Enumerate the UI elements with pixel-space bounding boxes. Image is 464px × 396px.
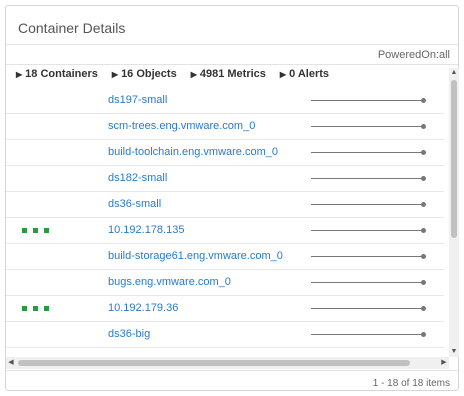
list-item[interactable]: ds36-big: [6, 322, 444, 348]
container-details-panel: Container Details PoweredOn:all ▶ 18 Con…: [5, 5, 459, 391]
sparkline: [311, 306, 426, 311]
sparkline: [311, 228, 426, 233]
summary-bar: ▶ 18 Containers ▶ 16 Objects ▶ 4981 Metr…: [16, 68, 329, 80]
status-dot: [44, 228, 49, 233]
container-name-link[interactable]: ds36-small: [108, 198, 161, 210]
list-item[interactable]: ds36-small: [6, 192, 444, 218]
sparkline-point: [421, 306, 426, 311]
sparkline-point: [421, 332, 426, 337]
sparkline-point: [421, 150, 426, 155]
caret-right-icon: ▶: [190, 69, 197, 79]
horizontal-scrollbar[interactable]: ◀ ▶: [6, 357, 449, 369]
status-dots-icon: [22, 228, 49, 233]
list-item[interactable]: ds182-small: [6, 166, 444, 192]
scroll-thumb[interactable]: [18, 360, 410, 366]
list-item[interactable]: bugs.eng.vmware.com_0: [6, 270, 444, 296]
vertical-scrollbar[interactable]: ▲ ▼: [449, 68, 459, 357]
sparkline-point: [421, 176, 426, 181]
alerts-toggle[interactable]: ▶ 0 Alerts: [280, 68, 329, 80]
sparkline-point: [421, 228, 426, 233]
list-item[interactable]: 10.192.178.135: [6, 218, 444, 244]
sparkline: [311, 176, 426, 181]
scroll-thumb[interactable]: [451, 80, 457, 238]
container-name-link[interactable]: ds197-small: [108, 94, 167, 106]
panel-title: Container Details: [18, 20, 126, 36]
containers-count: 18 Containers: [25, 68, 98, 80]
caret-right-icon: ▶: [16, 69, 23, 79]
sparkline-point: [421, 254, 426, 259]
container-name-link[interactable]: ds182-small: [108, 172, 167, 184]
sparkline: [311, 254, 426, 259]
status-dot: [44, 306, 49, 311]
caret-right-icon: ▶: [279, 69, 287, 79]
container-name-link[interactable]: 10.192.179.36: [108, 302, 178, 314]
sparkline-point: [421, 98, 426, 103]
container-name-link[interactable]: scm-trees.eng.vmware.com_0: [108, 120, 255, 132]
container-name-link[interactable]: build-toolchain.eng.vmware.com_0: [108, 146, 278, 158]
sparkline-point: [421, 202, 426, 207]
scroll-up-icon[interactable]: ▲: [449, 68, 459, 78]
sparkline: [311, 150, 426, 155]
container-name-link[interactable]: bugs.eng.vmware.com_0: [108, 276, 231, 288]
caret-right-icon: ▶: [111, 69, 119, 79]
sparkline: [311, 332, 426, 337]
filter-label[interactable]: PoweredOn:all: [378, 49, 450, 61]
sparkline: [311, 280, 426, 285]
list-item[interactable]: scm-trees.eng.vmware.com_0: [6, 114, 444, 140]
list-item[interactable]: build-storage61.eng.vmware.com_0: [6, 244, 444, 270]
objects-toggle[interactable]: ▶ 16 Objects: [112, 68, 177, 80]
container-name-link[interactable]: 10.192.178.135: [108, 224, 184, 236]
status-dot: [22, 228, 27, 233]
divider: [6, 370, 458, 371]
metrics-toggle[interactable]: ▶ 4981 Metrics: [191, 68, 266, 80]
scroll-right-icon[interactable]: ▶: [439, 357, 449, 369]
status-dots-icon: [22, 306, 49, 311]
container-list: ds197-small scm-trees.eng.vmware.com_0bui…: [6, 88, 444, 351]
scroll-down-icon[interactable]: ▼: [449, 347, 459, 357]
container-name-link[interactable]: build-storage61.eng.vmware.com_0: [108, 250, 283, 262]
metrics-count: 4981 Metrics: [199, 68, 266, 80]
sparkline-point: [421, 280, 426, 285]
containers-toggle[interactable]: ▶ 18 Containers: [16, 68, 98, 80]
sparkline: [311, 98, 426, 103]
divider: [6, 64, 458, 65]
list-item[interactable]: build-toolchain.eng.vmware.com_0: [6, 140, 444, 166]
alerts-count: 0 Alerts: [289, 68, 330, 80]
pagination-label: 1 - 18 of 18 items: [372, 378, 450, 389]
objects-count: 16 Objects: [121, 68, 177, 80]
status-dot: [33, 306, 38, 311]
list-item[interactable]: ds197-small: [6, 88, 444, 114]
status-dot: [22, 306, 27, 311]
container-name-link[interactable]: ds36-big: [108, 328, 150, 340]
sparkline: [311, 202, 426, 207]
sparkline: [311, 124, 426, 129]
list-item[interactable]: 10.192.179.36: [6, 296, 444, 322]
divider: [6, 44, 458, 45]
status-dot: [33, 228, 38, 233]
scroll-left-icon[interactable]: ◀: [6, 357, 16, 369]
sparkline-point: [421, 124, 426, 129]
